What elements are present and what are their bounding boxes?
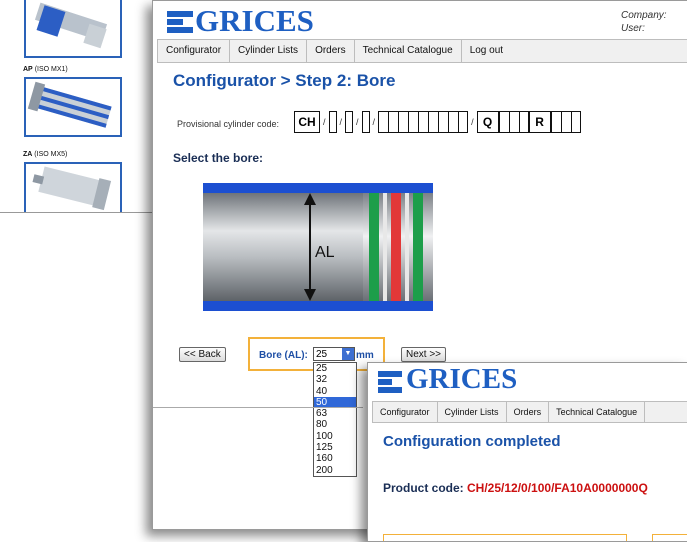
code-box [418, 111, 429, 133]
completion-title: Configuration completed [383, 433, 561, 450]
logo-mark [378, 387, 402, 393]
logo-mark [167, 11, 193, 17]
seal-red [391, 193, 401, 301]
chevron-down-icon[interactable]: ▼ [342, 348, 354, 360]
cylinder-thumbnail-za[interactable] [24, 162, 122, 212]
code-box [518, 111, 529, 133]
product-code-line: Product code: CH/25/12/0/100/FA10A000000… [383, 481, 648, 495]
code-box [398, 111, 409, 133]
code-separator: / [471, 117, 474, 127]
main-nav: Configurator Cylinder Lists Orders Techn… [372, 401, 687, 423]
code-separator: / [372, 117, 376, 127]
page-title: Configurator > Step 2: Bore [173, 71, 396, 90]
product-code-label: Product code: [383, 481, 464, 495]
seal-green [369, 193, 379, 301]
thumb-label-ap: AP (ISO MX1) [23, 66, 68, 73]
code-box [428, 111, 439, 133]
brand-logo: GRICES [195, 3, 314, 38]
orange-panel [652, 534, 687, 541]
tab-technical-catalogue[interactable]: Technical Catalogue [355, 40, 462, 62]
dimension-label: AL [315, 244, 335, 261]
seal-gap [405, 193, 409, 301]
code-box-r: R [528, 111, 551, 133]
code-separator: / [323, 117, 326, 127]
thumb-label-za: ZA (ISO MX5) [23, 151, 68, 158]
bore-option[interactable]: 80 [314, 419, 356, 430]
code-box [458, 111, 469, 133]
bore-selected-value: 25 [316, 349, 328, 360]
code-separator: / [339, 117, 343, 127]
bore-option[interactable]: 200 [314, 465, 356, 476]
code-separator: / [356, 117, 359, 127]
user-info: Company: User: [621, 10, 667, 34]
logo-mark [378, 379, 392, 385]
code-box [438, 111, 449, 133]
code-box [498, 111, 509, 133]
select-bore-heading: Select the bore: [173, 151, 264, 165]
bore-option[interactable]: 100 [314, 431, 356, 442]
bore-option[interactable]: 125 [314, 442, 356, 453]
code-box [408, 111, 419, 133]
tab-configurator[interactable]: Configurator [373, 402, 438, 422]
next-button[interactable]: Next >> [401, 347, 447, 362]
tab-technical-catalogue[interactable]: Technical Catalogue [549, 402, 646, 422]
bore-unit: mm [356, 350, 374, 361]
code-box [448, 111, 459, 133]
bore-diagram: AL [203, 183, 433, 311]
cylinder-thumbnail-top[interactable] [24, 0, 122, 58]
code-box [550, 111, 561, 133]
bore-label: Bore (AL): [259, 350, 308, 361]
code-box [570, 111, 581, 133]
seal-green [413, 193, 423, 301]
logo-mark [378, 371, 402, 377]
code-box [508, 111, 519, 133]
tab-cylinder-lists[interactable]: Cylinder Lists [230, 40, 308, 62]
cylinder-image [27, 81, 112, 128]
cylinder-image [34, 2, 108, 49]
tube-wall-top [203, 183, 433, 193]
logo-mark [167, 27, 193, 33]
bore-option[interactable]: 40 [314, 386, 356, 397]
seal-gap [383, 193, 387, 301]
bore-options-list: 25 32 40 50 63 80 100 125 160 200 [313, 362, 357, 477]
cylinder-thumbnail-ap[interactable] [24, 77, 122, 137]
code-box [345, 111, 354, 133]
tab-log-out[interactable]: Log out [462, 40, 511, 62]
code-box-series: CH [294, 111, 320, 133]
bore-option[interactable]: 25 [314, 363, 356, 374]
provisional-code: CH / / / / / Q R [294, 111, 581, 133]
back-button[interactable]: << Back [179, 347, 226, 362]
bore-option[interactable]: 160 [314, 453, 356, 464]
divider [153, 407, 363, 408]
product-code-value: CH/25/12/0/100/FA10A0000000Q [467, 481, 648, 495]
tube-wall-bottom [203, 301, 433, 311]
bore-select[interactable]: 25 ▼ [313, 347, 355, 361]
tab-orders[interactable]: Orders [307, 40, 355, 62]
tab-configurator[interactable]: Configurator [158, 40, 231, 62]
main-nav: Configurator Cylinder Lists Orders Techn… [157, 39, 687, 63]
catalogue-window: AP (ISO MX1) ZA (ISO MX5) [0, 0, 161, 213]
code-box-group [550, 111, 581, 133]
completion-window: GRICES Configurator Cylinder Lists Order… [367, 362, 687, 542]
code-box [361, 111, 370, 133]
provisional-code-label: Provisional cylinder code: [177, 119, 280, 129]
code-box-group [378, 111, 469, 133]
bore-option[interactable]: 32 [314, 374, 356, 385]
brand-logo: GRICES [406, 363, 518, 395]
cylinder-image [32, 166, 112, 211]
code-box-q: Q [476, 111, 499, 133]
orange-panel [383, 534, 627, 541]
code-box [388, 111, 399, 133]
tab-orders[interactable]: Orders [507, 402, 550, 422]
tab-cylinder-lists[interactable]: Cylinder Lists [438, 402, 507, 422]
code-box [328, 111, 337, 133]
code-box [560, 111, 571, 133]
bore-option[interactable]: 63 [314, 408, 356, 419]
code-box [378, 111, 389, 133]
logo-mark [167, 19, 183, 25]
code-box-group [498, 111, 529, 133]
